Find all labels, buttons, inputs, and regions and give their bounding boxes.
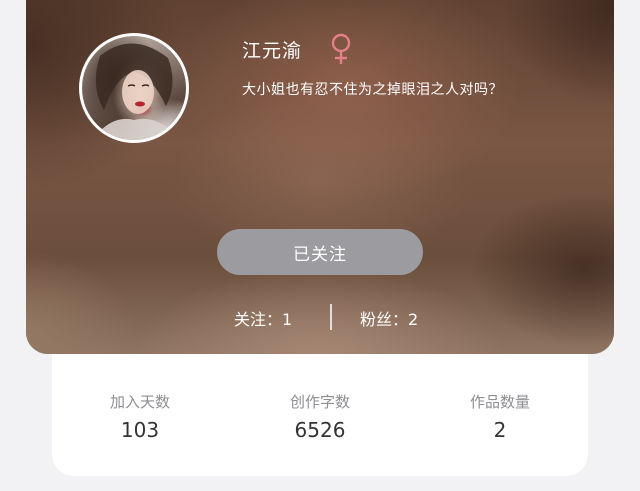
metric-value: 2 bbox=[493, 418, 507, 442]
followed-button[interactable]: 已关注 bbox=[217, 229, 423, 275]
metric-label: 加入天数 bbox=[109, 393, 170, 411]
follow-stats-row: 关注：1 粉丝：2 bbox=[26, 304, 614, 332]
following-count[interactable]: 关注：1 bbox=[234, 306, 292, 330]
metric-words-written: 创作字数 6526 bbox=[240, 392, 400, 442]
metric-days-joined: 加入天数 103 bbox=[60, 392, 220, 442]
avatar[interactable] bbox=[79, 33, 189, 143]
metric-label: 作品数量 bbox=[469, 393, 530, 411]
metric-value: 6526 bbox=[294, 418, 346, 442]
metric-works-count[interactable]: 作品数量 2 bbox=[420, 392, 580, 442]
username: 江元渝 bbox=[242, 40, 303, 62]
profile-page: 江元渝 大小姐也有忍不住为之掉眼泪之人对吗？ 已关注 关注：1 粉丝：2 加入天… bbox=[0, 0, 640, 491]
fans-count[interactable]: 粉丝：2 bbox=[360, 306, 418, 330]
divider bbox=[330, 304, 332, 330]
profile-header-card: 江元渝 大小姐也有忍不住为之掉眼泪之人对吗？ 已关注 关注：1 粉丝：2 bbox=[26, 0, 614, 354]
female-symbol-icon bbox=[328, 33, 354, 65]
avatar-portrait bbox=[92, 43, 178, 140]
metric-label: 创作字数 bbox=[289, 393, 350, 411]
metric-value: 103 bbox=[120, 418, 160, 442]
profile-bio: 大小姐也有忍不住为之掉眼泪之人对吗？ bbox=[242, 82, 503, 98]
